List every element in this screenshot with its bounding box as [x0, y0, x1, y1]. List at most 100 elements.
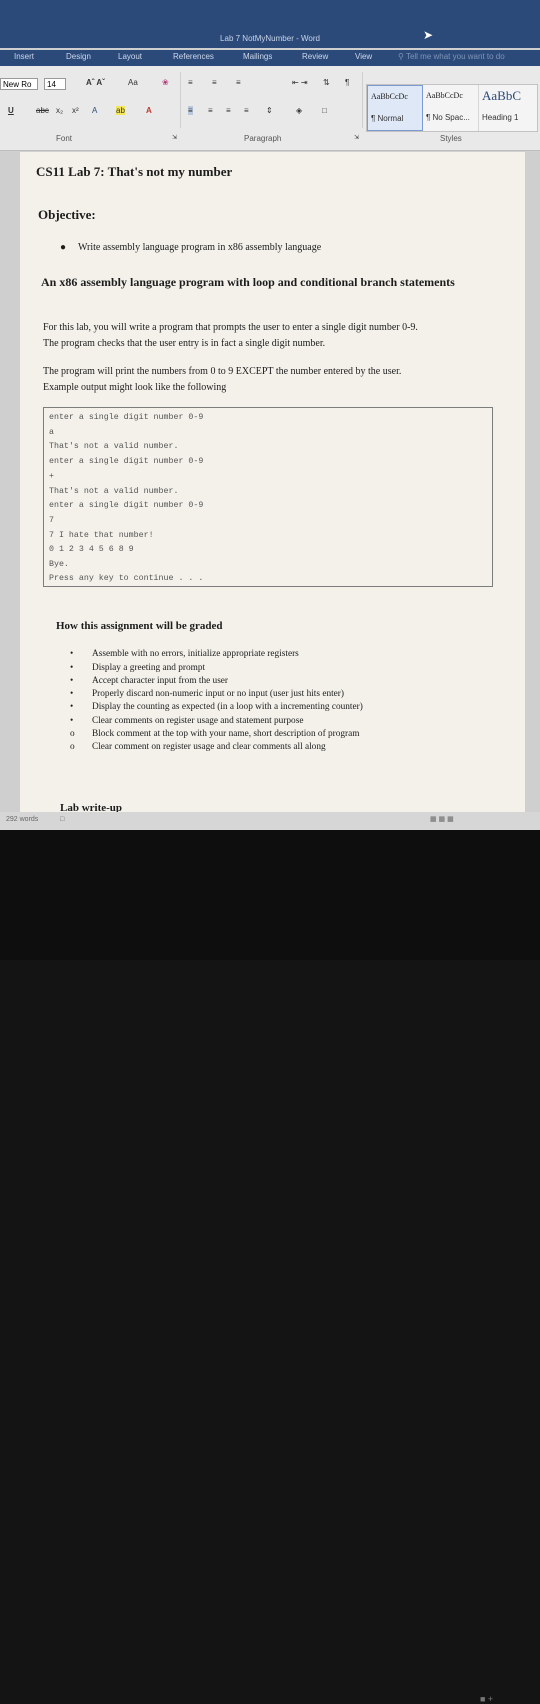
line-spacing-icon[interactable]: ⇕ [266, 106, 273, 115]
styles-gallery: AaBbCcDc ¶ Normal AaBbCcDc ¶ No Spac... … [366, 84, 538, 132]
grading-heading: How this assignment will be graded [56, 620, 223, 632]
grading-item-text: Display a greeting and prompt [92, 663, 206, 673]
multilevel-list-icon[interactable]: ≡ [236, 78, 241, 87]
font-color-icon[interactable]: A [146, 106, 152, 115]
code-line: That's not a valid number. [49, 487, 179, 496]
window-title: Lab 7 NotMyNumber - Word [220, 34, 320, 43]
paragraph-line: The program checks that the user entry i… [43, 338, 326, 349]
sort-icon[interactable]: ⇅ [323, 78, 330, 87]
font-dialog-launcher-icon[interactable]: ⇲ [172, 134, 177, 141]
objective-text: Write assembly language program in x86 a… [78, 242, 322, 253]
paragraph-line: Example output might look like the follo… [43, 382, 227, 393]
grading-item-text: Block comment at the top with your name,… [92, 729, 360, 739]
document-title: CS11 Lab 7: That's not my number [36, 164, 233, 179]
underline-icon[interactable]: U [8, 106, 14, 115]
code-line: That's not a valid number. [49, 442, 179, 451]
code-line: 0 1 2 3 4 5 6 8 9 [49, 545, 134, 554]
shading-icon[interactable]: ◈ [296, 106, 302, 115]
align-left-icon[interactable]: ≡ [188, 106, 193, 115]
superscript-icon[interactable]: x² [72, 106, 79, 115]
align-center-icon[interactable]: ≡ [208, 106, 213, 115]
system-tray-icon[interactable]: ■ + [480, 1694, 493, 1704]
text-effects-icon[interactable]: A [92, 106, 97, 115]
bullet-icon: • [70, 676, 74, 686]
objective-heading: Objective: [38, 207, 96, 222]
code-line: Press any key to continue . . . [49, 574, 204, 583]
tab-references[interactable]: References [173, 52, 214, 61]
style-heading-1[interactable]: AaBbC Heading 1 [479, 85, 537, 131]
section-heading: An x86 assembly language program with lo… [41, 275, 455, 289]
mouse-cursor-icon: ➤ [423, 28, 434, 42]
grading-item-text: Clear comment on register usage and clea… [92, 742, 326, 752]
bullet-icon: • [70, 663, 74, 673]
style-label: Heading 1 [482, 113, 519, 122]
word-window: Lab 7 NotMyNumber - Word ➤ Insert Design… [0, 0, 540, 830]
bullet-icon: • [70, 702, 74, 712]
highlight-icon[interactable]: ab [116, 106, 125, 115]
strikethrough-icon[interactable]: abc [36, 106, 49, 115]
ribbon: New Ro 14 Aˆ Aˇ Aa ❀ U abc x₂ x² A ab A … [0, 66, 540, 151]
example-output-box: enter a single digit number 0-9 a That's… [43, 407, 493, 587]
view-buttons-icon[interactable]: ▦ ▦ ▦ [430, 815, 454, 823]
numbering-icon[interactable]: ≡ [212, 78, 217, 87]
style-no-spacing[interactable]: AaBbCcDc ¶ No Spac... [423, 85, 479, 131]
bullet-icon: • [70, 689, 74, 699]
grading-item-text: Clear comments on register usage and sta… [92, 716, 304, 726]
clear-formatting-icon[interactable]: ❀ [162, 78, 169, 87]
bullet-icon: • [70, 649, 74, 659]
grading-item-text: Accept character input from the user [92, 676, 229, 686]
document-page[interactable]: CS11 Lab 7: That's not my number Objecti… [20, 152, 525, 814]
grading-item-text: Properly discard non-numeric input or no… [92, 689, 344, 699]
font-group-label: Font [56, 134, 73, 143]
tab-mailings[interactable]: Mailings [243, 52, 272, 61]
align-right-icon[interactable]: ≡ [226, 106, 231, 115]
style-label: ¶ Normal [371, 114, 404, 123]
style-sample: AaBbCcDc [371, 92, 408, 101]
justify-icon[interactable]: ≡ [244, 106, 249, 115]
bullet-icon: ● [60, 242, 67, 253]
tab-design[interactable]: Design [66, 52, 91, 61]
desktop-bottom-area: ■ + [0, 830, 540, 1704]
divider [362, 72, 363, 128]
grading-item-text: Display the counting as expected (in a l… [92, 702, 363, 712]
tab-insert[interactable]: Insert [14, 52, 34, 61]
sub-bullet-icon: o [70, 742, 75, 752]
bullets-icon[interactable]: ≡ [188, 78, 193, 87]
paragraph-dialog-launcher-icon[interactable]: ⇲ [354, 134, 359, 141]
code-line: 7 I hate that number! [49, 531, 154, 540]
lightbulb-icon: ⚲ [398, 52, 404, 61]
status-bar: 292 words □ ▦ ▦ ▦ [0, 812, 540, 830]
font-size-box[interactable]: 14 [44, 78, 66, 90]
tell-me-text: Tell me what you want to do [405, 52, 505, 61]
title-bar: Lab 7 NotMyNumber - Word ➤ [0, 0, 540, 48]
grading-item-text: Assemble with no errors, initialize appr… [92, 649, 299, 659]
tab-view[interactable]: View [355, 52, 372, 61]
indent-icon[interactable]: ⇤ ⇥ [292, 78, 308, 87]
divider [180, 72, 181, 128]
grow-font-icon[interactable]: Aˆ Aˇ [86, 78, 105, 87]
paragraph-line: For this lab, you will write a program t… [43, 322, 418, 333]
style-sample: AaBbCcDc [426, 91, 463, 100]
sub-bullet-icon: o [70, 729, 75, 739]
tab-layout[interactable]: Layout [118, 52, 142, 61]
tell-me-search[interactable]: ⚲ Tell me what you want to do [398, 52, 505, 61]
proofing-icon[interactable]: □ [60, 816, 64, 823]
word-count[interactable]: 292 words [6, 816, 38, 823]
tab-review[interactable]: Review [302, 52, 328, 61]
paragraph-line: The program will print the numbers from … [43, 366, 402, 377]
paragraph-group-label: Paragraph [244, 134, 282, 143]
bullet-icon: • [70, 716, 74, 726]
style-label: ¶ No Spac... [426, 113, 470, 122]
code-line: enter a single digit number 0-9 [49, 457, 204, 466]
subscript-icon[interactable]: x₂ [56, 106, 63, 115]
code-line: 7 [49, 516, 54, 525]
style-normal[interactable]: AaBbCcDc ¶ Normal [367, 85, 423, 131]
code-line: + [49, 472, 54, 481]
pilcrow-icon[interactable]: ¶ [345, 78, 349, 87]
change-case-button[interactable]: Aa [128, 78, 138, 87]
borders-icon[interactable]: □ [322, 106, 327, 115]
font-name-box[interactable]: New Ro [0, 78, 38, 90]
ribbon-tabs: Insert Design Layout References Mailings… [0, 50, 540, 66]
code-line: a [49, 428, 54, 437]
code-line: Bye. [49, 560, 69, 569]
